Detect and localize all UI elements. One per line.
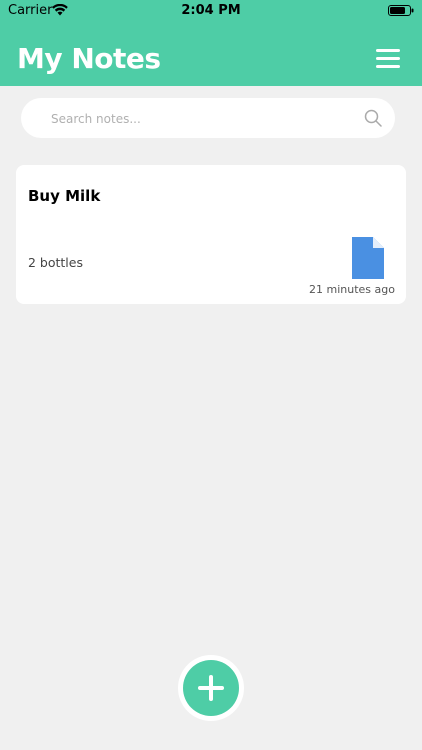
app-header: Carrier 2:04 PM My Notes: [0, 0, 422, 86]
note-card[interactable]: Buy Milk 2 bottles 21 minutes ago: [16, 165, 406, 304]
hamburger-menu-icon[interactable]: [376, 49, 400, 69]
note-title: Buy Milk: [28, 187, 101, 205]
add-note-button[interactable]: [183, 660, 239, 716]
search-bar: [21, 98, 395, 140]
plus-icon: [198, 675, 224, 701]
document-icon: [352, 237, 384, 279]
search-input[interactable]: [49, 98, 353, 140]
battery-icon: [388, 5, 414, 16]
search-icon[interactable]: [363, 108, 383, 128]
page-title: My Notes: [17, 42, 161, 75]
note-body: 2 bottles: [28, 255, 83, 270]
status-bar: Carrier 2:04 PM: [0, 0, 422, 22]
clock: 2:04 PM: [181, 3, 241, 18]
note-timestamp: 21 minutes ago: [309, 283, 395, 296]
